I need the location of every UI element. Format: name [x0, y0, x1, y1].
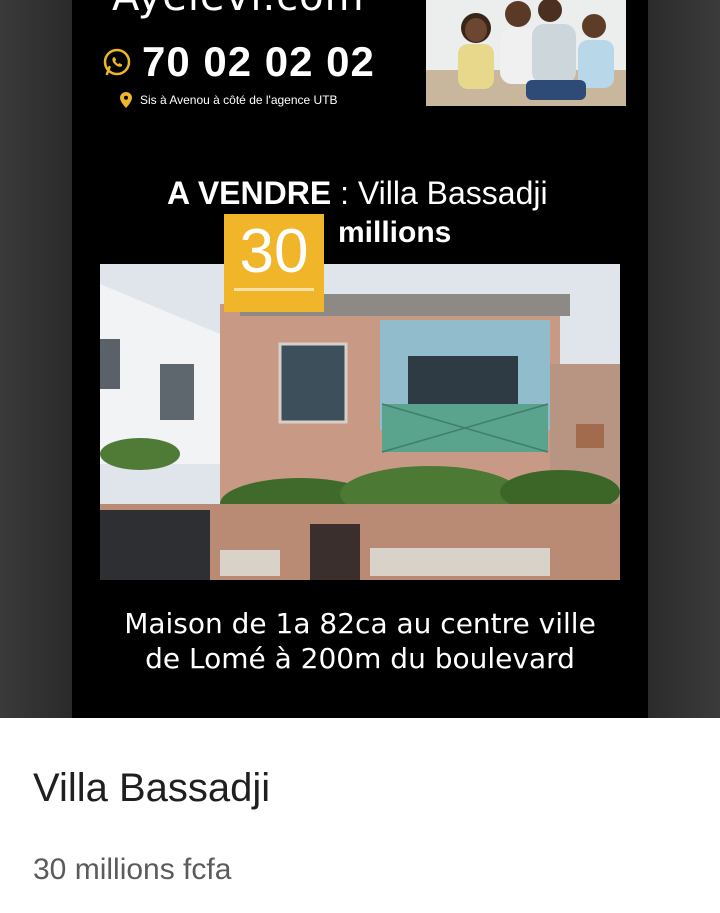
image-side-left	[0, 0, 72, 718]
whatsapp-icon	[102, 47, 132, 77]
sale-prefix: A VENDRE	[167, 175, 332, 211]
house-photo	[100, 264, 620, 580]
phone-number: 70 02 02 02	[142, 38, 375, 85]
image-side-right	[648, 0, 720, 718]
description-line-1: Maison de 1a 82ca au centre ville	[124, 607, 596, 640]
location-line: Sis à Avenou à côté de l'agence UTB	[120, 92, 338, 108]
price-underline	[234, 288, 314, 291]
brand-name: Ayelevi.com	[112, 0, 365, 20]
listing-title: Villa Bassadji	[33, 766, 271, 810]
family-photo	[426, 0, 626, 106]
location-pin-icon	[120, 92, 132, 108]
property-description: Maison de 1a 82ca au centre ville de Lom…	[72, 606, 648, 676]
price-badge: 30	[224, 214, 324, 312]
listing-price: 30 millions fcfa	[33, 853, 232, 886]
price-unit: millions	[338, 216, 452, 249]
price-number: 30	[239, 217, 309, 286]
sale-name: Villa Bassadji	[357, 175, 548, 211]
phone-contact: 70 02 02 02	[102, 38, 375, 86]
listing-image[interactable]: Ayelevi.com 70 02 02 02 Sis à Avenou à c…	[0, 0, 720, 718]
location-text: Sis à Avenou à côté de l'agence UTB	[140, 93, 338, 107]
sale-separator: :	[331, 175, 358, 211]
description-line-2: de Lomé à 200m du boulevard	[145, 642, 575, 675]
sale-heading: A VENDRE : Villa Bassadji	[167, 175, 548, 212]
advert-poster: Ayelevi.com 70 02 02 02 Sis à Avenou à c…	[72, 0, 648, 718]
